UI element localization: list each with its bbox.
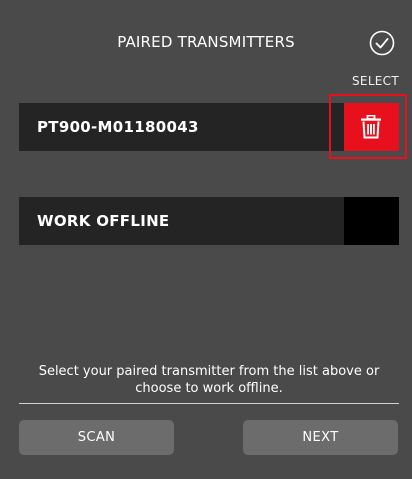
work-offline-label: WORK OFFLINE [37,212,170,230]
transmitter-label: PT900-M01180043 [37,118,199,136]
instruction-text: Select your paired transmitter from the … [38,364,380,396]
work-offline-row[interactable]: WORK OFFLINE [19,197,399,245]
confirm-button[interactable] [369,30,395,56]
scan-button[interactable]: SCAN [19,420,174,455]
check-circle-icon [369,30,395,56]
footer-divider [19,403,399,404]
select-column-label: SELECT [352,74,399,88]
page-title: PAIRED TRANSMITTERS [117,33,295,51]
next-button[interactable]: NEXT [243,420,398,455]
delete-highlight-box [329,94,407,159]
work-offline-select-slot [344,197,399,245]
